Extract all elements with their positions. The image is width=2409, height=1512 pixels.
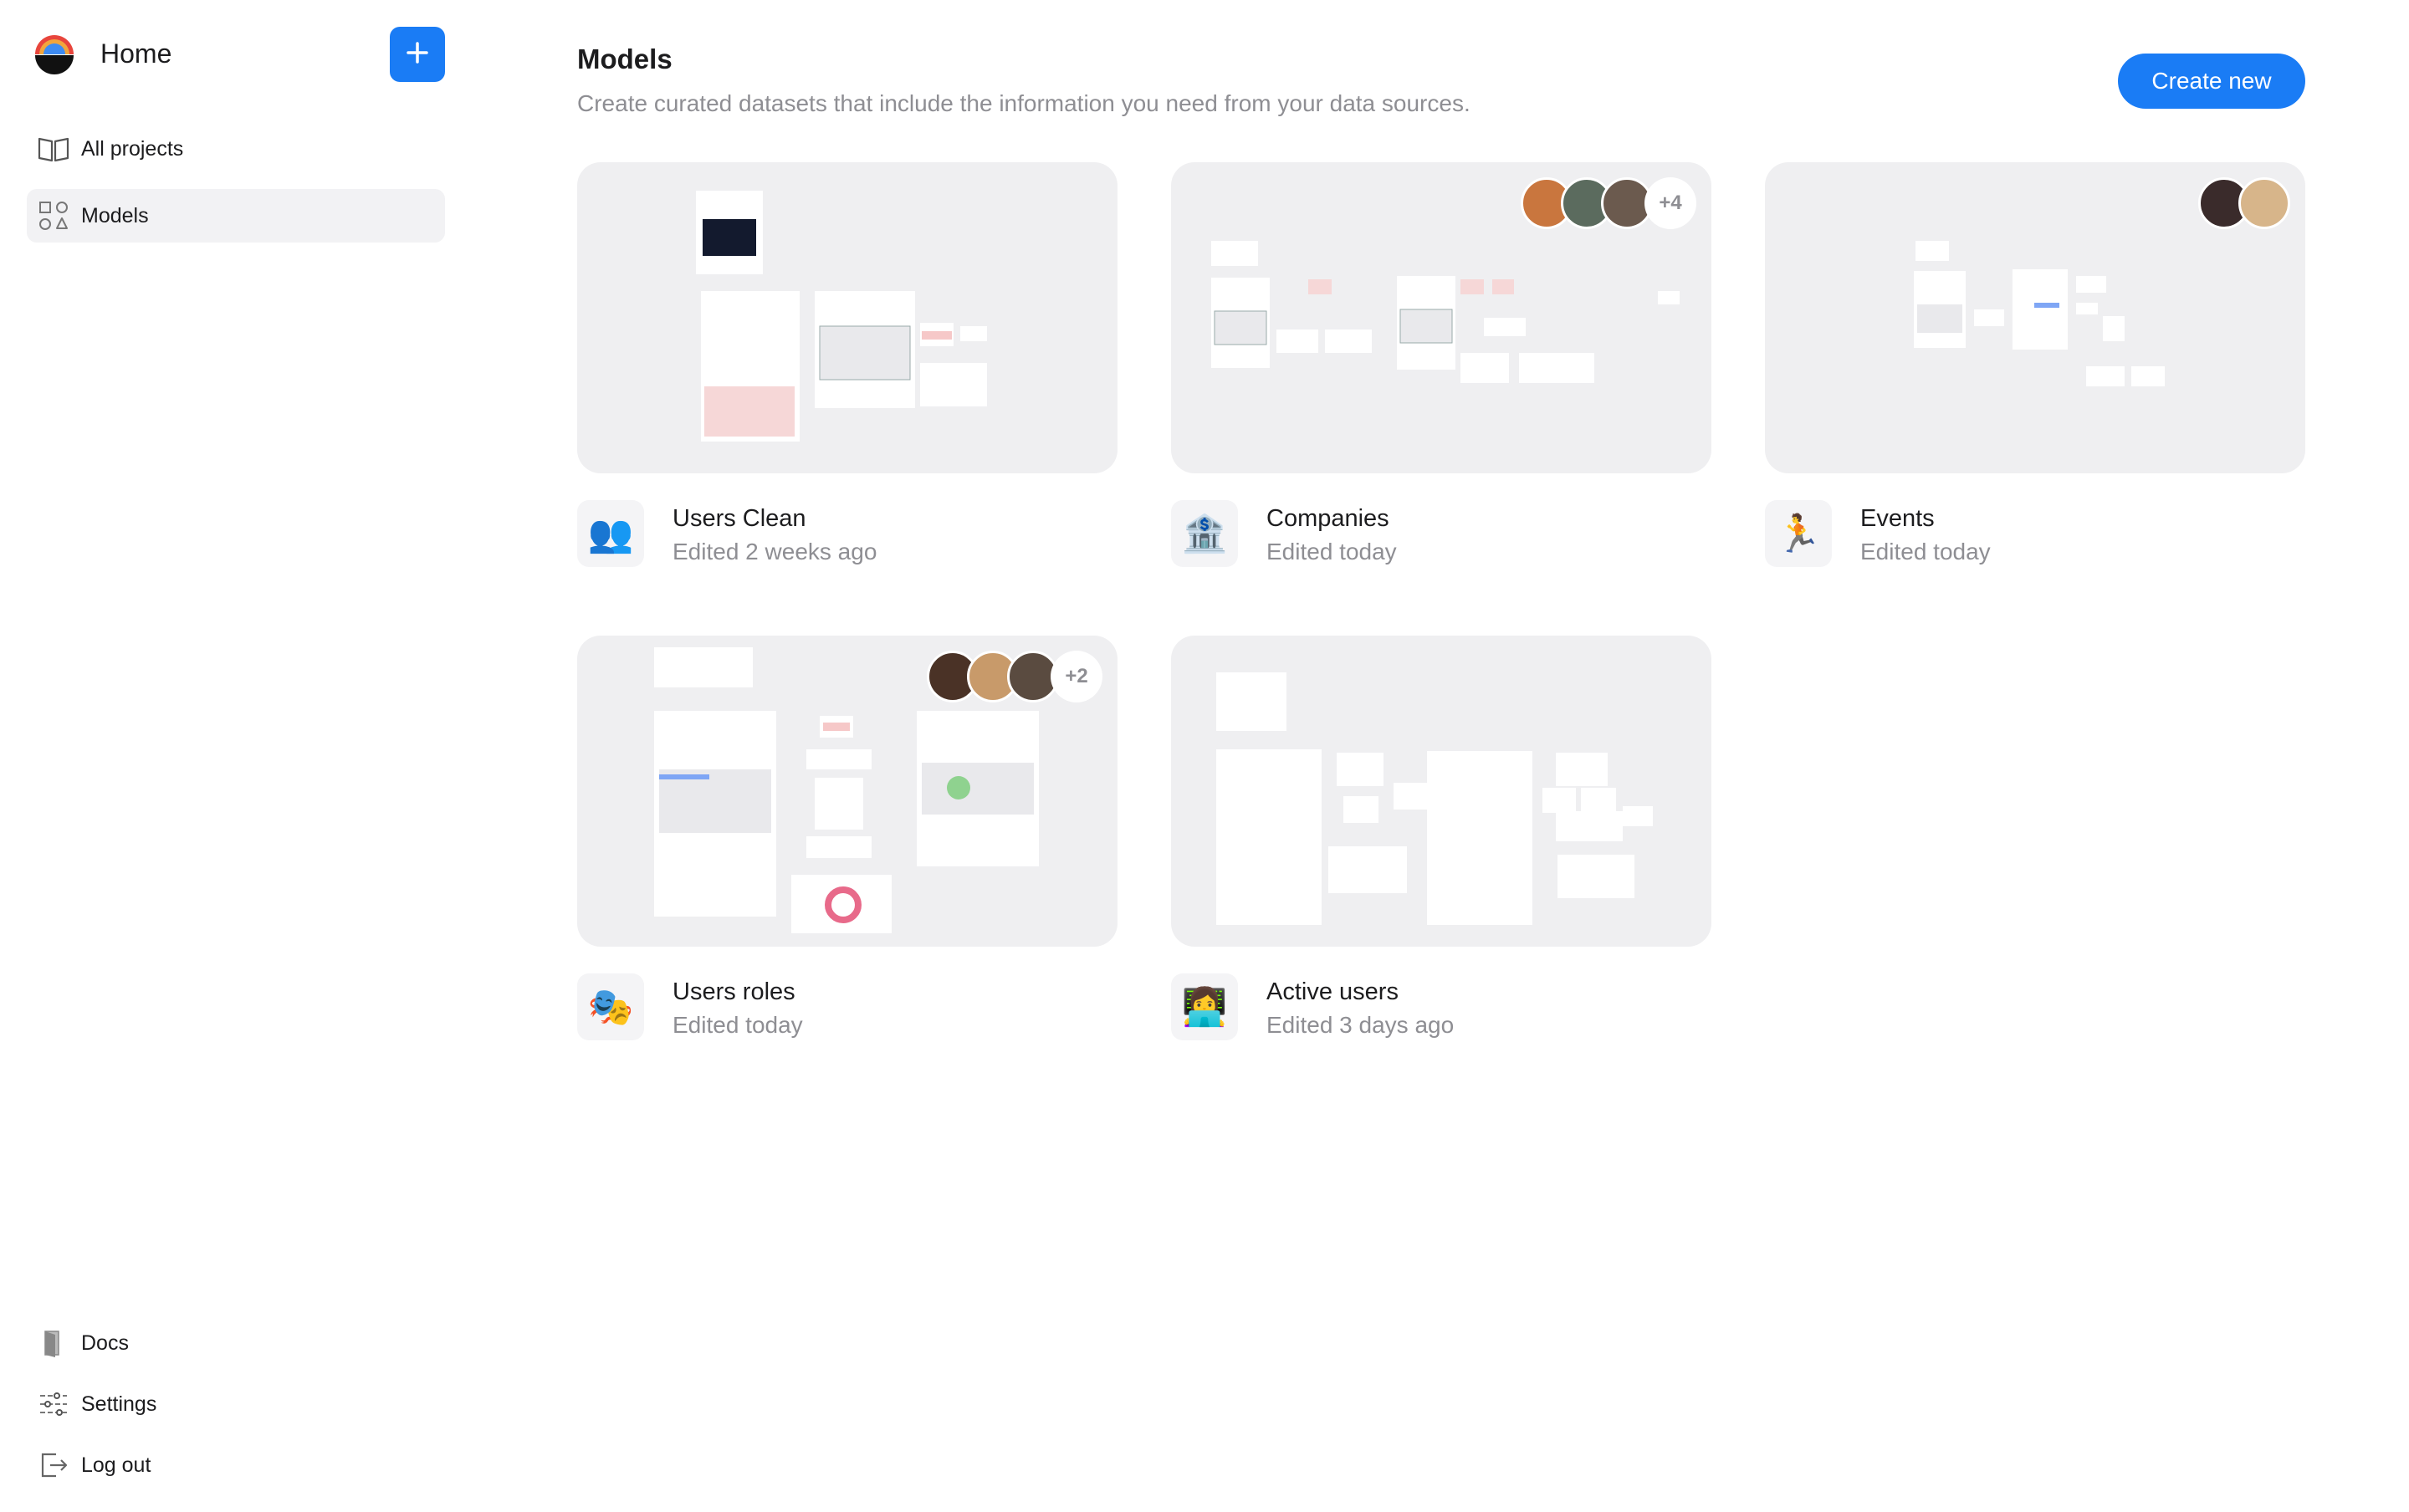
- model-card-users-clean[interactable]: 👥 Users Clean Edited 2 weeks ago: [577, 162, 1118, 567]
- sidebar-item-label: Docs: [81, 1331, 129, 1355]
- model-emoji-icon: 🏦: [1171, 500, 1238, 567]
- model-card-meta: 👥 Users Clean Edited 2 weeks ago: [577, 473, 1118, 567]
- door-icon: [37, 1326, 70, 1360]
- canvas-preview: [696, 191, 987, 442]
- sidebar: Home All projects Models Docs Settings L…: [0, 0, 468, 1512]
- model-edited-time: Edited today: [1860, 539, 1991, 564]
- model-edited-time: Edited today: [1266, 539, 1397, 564]
- model-name: Users Clean: [673, 505, 806, 532]
- avatar[interactable]: [2238, 177, 2290, 229]
- add-button[interactable]: [390, 27, 445, 82]
- create-new-button[interactable]: Create new: [2118, 54, 2305, 109]
- model-name: Active users: [1266, 978, 1399, 1005]
- more-collaborators-badge[interactable]: +4: [1644, 177, 1696, 229]
- model-thumbnail[interactable]: [1765, 162, 2305, 473]
- plus-icon: [405, 40, 430, 69]
- sidebar-item-log-out[interactable]: Log out: [27, 1438, 445, 1492]
- model-card-companies[interactable]: +4 🏦 Companies Edited today: [1171, 162, 1711, 567]
- book-icon: [37, 132, 70, 166]
- model-edited-time: Edited 3 days ago: [1266, 1012, 1455, 1038]
- sidebar-item-label: Models: [81, 203, 149, 227]
- model-edited-time: Edited 2 weeks ago: [673, 539, 877, 564]
- model-edited-time: Edited today: [673, 1012, 803, 1038]
- model-thumbnail[interactable]: +2: [577, 636, 1118, 947]
- sidebar-item-label: Log out: [81, 1453, 151, 1477]
- sidebar-item-label: Settings: [81, 1392, 157, 1416]
- app-root: Home All projects Models Docs Settings L…: [0, 0, 2409, 1512]
- shapes-icon: [37, 199, 70, 232]
- collaborator-avatars: +4: [1521, 177, 1696, 229]
- more-collaborators-badge[interactable]: +2: [1051, 651, 1102, 702]
- collaborator-avatars: [2198, 177, 2290, 229]
- sidebar-title: Home: [100, 38, 172, 69]
- sidebar-item-models[interactable]: Models: [27, 189, 445, 243]
- sidebar-item-settings[interactable]: Settings: [27, 1377, 445, 1431]
- model-card-meta: 👩‍💻 Active users Edited 3 days ago: [1171, 947, 1711, 1040]
- page-subtitle: Create curated datasets that include the…: [577, 90, 1470, 116]
- collaborator-avatars: +2: [927, 651, 1102, 702]
- logout-icon: [37, 1448, 70, 1482]
- model-card-users-roles[interactable]: +2 🎭 Users roles Edited today: [577, 636, 1118, 1040]
- model-name: Companies: [1266, 505, 1389, 532]
- app-logo-icon[interactable]: [32, 32, 77, 77]
- model-card-meta: 🏃 Events Edited today: [1765, 473, 2305, 567]
- model-card-active-users[interactable]: 👩‍💻 Active users Edited 3 days ago: [1171, 636, 1711, 1040]
- model-emoji-icon: 👩‍💻: [1171, 973, 1238, 1040]
- page-title: Models: [577, 43, 673, 74]
- model-thumbnail[interactable]: [577, 162, 1118, 473]
- model-emoji-icon: 🏃: [1765, 500, 1832, 567]
- model-card-events[interactable]: 🏃 Events Edited today: [1765, 162, 2305, 567]
- model-name: Users roles: [673, 978, 795, 1005]
- model-emoji-icon: 👥: [577, 500, 644, 567]
- model-emoji-icon: 🎭: [577, 973, 644, 1040]
- model-name: Events: [1860, 505, 1935, 532]
- sliders-icon: [37, 1387, 70, 1421]
- model-card-meta: 🏦 Companies Edited today: [1171, 473, 1711, 567]
- sidebar-item-docs[interactable]: Docs: [27, 1316, 445, 1370]
- sidebar-item-label: All projects: [81, 136, 184, 161]
- sidebar-item-all-projects[interactable]: All projects: [27, 122, 445, 176]
- model-thumbnail[interactable]: [1171, 636, 1711, 947]
- model-thumbnail[interactable]: +4: [1171, 162, 1711, 473]
- model-card-meta: 🎭 Users roles Edited today: [577, 947, 1118, 1040]
- canvas-preview: [1216, 672, 1653, 925]
